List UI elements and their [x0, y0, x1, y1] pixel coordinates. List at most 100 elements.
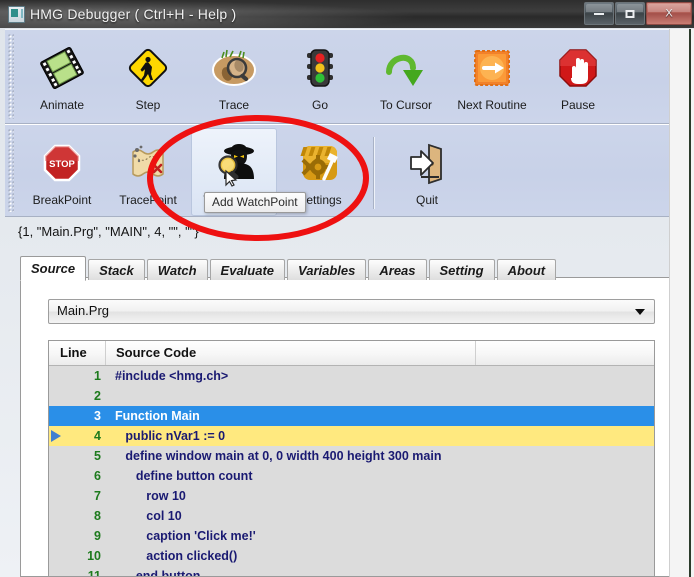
table-row[interactable]: 6 define button count: [49, 466, 654, 486]
table-row[interactable]: 10 action clicked(): [49, 546, 654, 566]
toolbar-grip-icon[interactable]: [8, 34, 14, 119]
column-header-extra: [476, 341, 654, 365]
toolbar-button-go[interactable]: Go: [277, 33, 363, 121]
row-gutter: [49, 366, 65, 386]
row-gutter: [49, 566, 65, 576]
row-line-number: 9: [94, 529, 101, 543]
source-code-grid[interactable]: Line Source Code 1 #include <hmg.ch> 2 3: [48, 340, 655, 576]
table-row[interactable]: 5 define window main at 0, 0 width 400 h…: [49, 446, 654, 466]
table-row[interactable]: 11 end button: [49, 566, 654, 576]
tab-about[interactable]: About: [496, 259, 557, 280]
row-source-code: public nVar1 := 0: [115, 429, 226, 443]
row-source-code: caption 'Click me!': [115, 529, 256, 543]
column-header-line: Line: [49, 341, 106, 365]
row-gutter: [49, 466, 65, 486]
table-row-selected[interactable]: 3 Function Main: [49, 406, 654, 426]
treasure-map-icon: [122, 139, 174, 187]
toolbar-button-quit[interactable]: Quit: [384, 128, 470, 216]
window-title: HMG Debugger ( Ctrl+H - Help ): [30, 6, 237, 22]
tab-strip: Source Stack Watch Evaluate Variables Ar…: [20, 256, 558, 281]
tab-evaluate[interactable]: Evaluate: [209, 259, 286, 280]
row-line-number: 8: [94, 509, 101, 523]
row-gutter: [49, 486, 65, 506]
toolbar-label: To Cursor: [379, 98, 432, 112]
monitor-icon: [8, 6, 25, 23]
debugger-window: HMG Debugger ( Ctrl+H - Help ) X Animate…: [0, 0, 694, 577]
row-source-code: Function Main: [115, 409, 200, 423]
toolbar-row-1: Animate Step Trace Go To Cursor Next Rou…: [5, 29, 689, 124]
row-gutter: [49, 506, 65, 526]
toolbar-button-to-cursor[interactable]: To Cursor: [363, 33, 449, 121]
toolbar-button-tracepoint[interactable]: TracePoint: [105, 128, 191, 216]
toolbar-grip-icon[interactable]: [8, 129, 14, 212]
row-line-number: 4: [94, 429, 101, 443]
tab-variables[interactable]: Variables: [287, 259, 367, 280]
close-icon: X: [665, 7, 673, 19]
tab-source[interactable]: Source: [20, 256, 87, 281]
table-row[interactable]: 1 #include <hmg.ch>: [49, 366, 654, 386]
footprints-magnifier-icon: [208, 44, 260, 92]
row-source-code: #include <hmg.ch>: [115, 369, 229, 383]
row-line-number: 7: [94, 489, 101, 503]
table-row-current[interactable]: 4 public nVar1 := 0: [49, 426, 654, 446]
toolbar-separator: [373, 137, 374, 209]
file-selector-value: Main.Prg: [57, 303, 110, 318]
toolbar-button-step[interactable]: Step: [105, 33, 191, 121]
source-tab-panel: Main.Prg Line Source Code 1 #include <hm…: [20, 277, 670, 577]
row-source-code: row 10: [115, 489, 186, 503]
minimize-button[interactable]: [584, 2, 614, 25]
table-row[interactable]: 8 col 10: [49, 506, 654, 526]
tab-watch[interactable]: Watch: [146, 259, 208, 280]
toolbar-label: BreakPoint: [32, 193, 92, 207]
row-source-code: define button count: [115, 469, 253, 483]
toolbar-label: Step: [135, 98, 161, 112]
table-row[interactable]: 9 caption 'Click me!': [49, 526, 654, 546]
row-gutter: [49, 406, 65, 426]
toolbar-label: TracePoint: [119, 193, 177, 207]
traffic-light-icon: [294, 44, 346, 92]
tab-stack[interactable]: Stack: [88, 259, 145, 280]
svg-text:STOP: STOP: [49, 159, 75, 170]
row-gutter: [49, 386, 65, 406]
chevron-down-icon: [635, 309, 645, 315]
close-button[interactable]: X: [646, 2, 692, 25]
tab-areas[interactable]: Areas: [368, 259, 427, 280]
toolbar-label: Quit: [415, 193, 438, 207]
toolbar-row-2: STOP BreakPoint TracePoint Settings Quit: [5, 124, 689, 217]
window-right-edge: [669, 29, 694, 577]
row-gutter: [49, 446, 65, 466]
toolbar-label: Pause: [560, 98, 596, 112]
row-line-number: 3: [94, 409, 101, 423]
row-line-number: 2: [94, 389, 101, 403]
table-row[interactable]: 7 row 10: [49, 486, 654, 506]
toolbars: Animate Step Trace Go To Cursor Next Rou…: [5, 29, 689, 217]
row-line-number: 5: [94, 449, 101, 463]
row-line-number: 1: [94, 369, 101, 383]
minimize-icon: [594, 12, 604, 15]
file-selector-dropdown[interactable]: Main.Prg: [48, 299, 655, 324]
toolbar-button-trace[interactable]: Trace: [191, 33, 277, 121]
grid-header: Line Source Code: [49, 341, 654, 366]
row-gutter: [49, 426, 65, 446]
orange-arrow-icon: [466, 44, 518, 92]
toolbar-button-breakpoint[interactable]: STOP BreakPoint: [19, 128, 105, 216]
tab-setting[interactable]: Setting: [428, 259, 495, 280]
toolbar-button-pause[interactable]: Pause: [535, 33, 621, 121]
row-source-code: col 10: [115, 509, 182, 523]
toolbar-button-animate[interactable]: Animate: [19, 33, 105, 121]
green-curved-arrow-icon: [380, 44, 432, 92]
red-stop-hand-icon: [552, 44, 604, 92]
row-source-code: define window main at 0, 0 width 400 hei…: [115, 449, 442, 463]
current-line-arrow-icon: [51, 430, 61, 442]
row-source-code: action clicked(): [115, 549, 238, 563]
table-row[interactable]: 2: [49, 386, 654, 406]
exit-door-icon: [401, 139, 453, 187]
tooltip-add-watchpoint: Add WatchPoint: [204, 192, 306, 213]
maximize-icon: [625, 9, 635, 18]
toolbar-label: Trace: [218, 98, 250, 112]
toolbar-button-next-routine[interactable]: Next Routine: [449, 33, 535, 121]
maximize-button[interactable]: [615, 2, 645, 25]
toolbar-label: Next Routine: [457, 98, 527, 112]
column-header-source-code: Source Code: [106, 341, 476, 365]
window-controls: X: [583, 2, 692, 25]
